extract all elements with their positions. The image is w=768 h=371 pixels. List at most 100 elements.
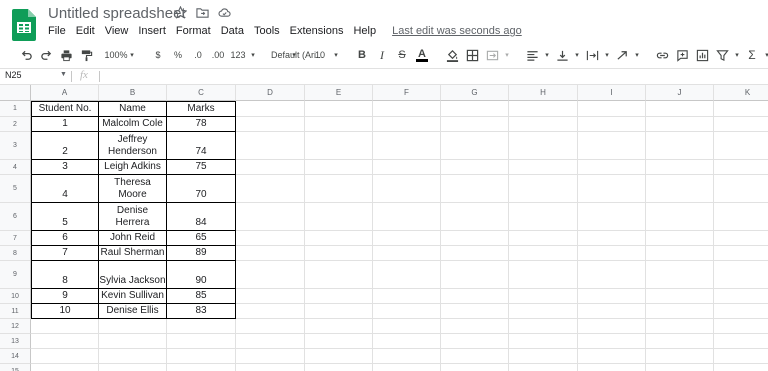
table-cell[interactable]: Denise Ellis xyxy=(99,304,167,319)
cloud-status-icon[interactable] xyxy=(218,6,231,19)
last-edit-link[interactable]: Last edit was seconds ago xyxy=(392,25,522,37)
menu-view[interactable]: View xyxy=(105,25,129,37)
merge-cells-icon[interactable] xyxy=(484,46,500,64)
cell[interactable] xyxy=(305,319,373,334)
cell[interactable] xyxy=(167,334,236,349)
currency-format-button[interactable]: $ xyxy=(150,46,166,64)
cell[interactable] xyxy=(236,132,305,160)
cell[interactable] xyxy=(373,349,441,364)
cell[interactable] xyxy=(305,334,373,349)
table-cell[interactable]: 1 xyxy=(31,117,99,132)
undo-icon[interactable] xyxy=(18,46,34,64)
cell[interactable] xyxy=(236,289,305,304)
table-cell[interactable]: Theresa Moore xyxy=(99,175,167,203)
cell[interactable] xyxy=(305,132,373,160)
cell[interactable] xyxy=(441,289,509,304)
table-cell[interactable]: 4 xyxy=(31,175,99,203)
horizontal-align-icon[interactable] xyxy=(524,46,540,64)
cell[interactable] xyxy=(509,289,578,304)
cell[interactable] xyxy=(714,231,768,246)
font-chevron-down-icon[interactable]: ▾ xyxy=(290,46,298,64)
cell[interactable] xyxy=(509,349,578,364)
header-cell[interactable]: Marks xyxy=(167,101,236,117)
table-cell[interactable]: 83 xyxy=(167,304,236,319)
cell[interactable] xyxy=(646,334,714,349)
menu-tools[interactable]: Tools xyxy=(254,25,280,37)
cell[interactable] xyxy=(714,261,768,289)
table-cell[interactable]: 9 xyxy=(31,289,99,304)
cell[interactable] xyxy=(305,203,373,231)
cell[interactable] xyxy=(578,160,646,175)
cell[interactable] xyxy=(509,203,578,231)
cell[interactable] xyxy=(441,117,509,132)
cell[interactable] xyxy=(578,132,646,160)
cell[interactable] xyxy=(714,160,768,175)
table-cell[interactable]: 8 xyxy=(31,261,99,289)
cell[interactable] xyxy=(441,261,509,289)
table-cell[interactable]: 85 xyxy=(167,289,236,304)
table-cell[interactable]: 84 xyxy=(167,203,236,231)
cell[interactable] xyxy=(578,203,646,231)
cell[interactable] xyxy=(305,246,373,261)
cell[interactable] xyxy=(99,334,167,349)
cell[interactable] xyxy=(578,334,646,349)
table-cell[interactable]: 75 xyxy=(167,160,236,175)
row-header[interactable]: 7 xyxy=(0,231,31,246)
text-rotation-icon[interactable] xyxy=(614,46,630,64)
cell[interactable] xyxy=(441,304,509,319)
cell[interactable] xyxy=(373,231,441,246)
borders-icon[interactable] xyxy=(464,46,480,64)
cell[interactable] xyxy=(373,319,441,334)
wrap-chevron-down-icon[interactable]: ▾ xyxy=(604,46,610,64)
menu-extensions[interactable]: Extensions xyxy=(290,25,344,37)
cell[interactable] xyxy=(236,334,305,349)
column-header-i[interactable]: I xyxy=(578,85,646,101)
font-size-chevron-down-icon[interactable]: ▾ xyxy=(332,46,340,64)
cell[interactable] xyxy=(578,349,646,364)
table-cell[interactable]: 90 xyxy=(167,261,236,289)
cell[interactable] xyxy=(236,117,305,132)
cell[interactable] xyxy=(714,203,768,231)
cell[interactable] xyxy=(441,132,509,160)
cell[interactable] xyxy=(441,101,509,117)
cell[interactable] xyxy=(509,334,578,349)
cell[interactable] xyxy=(305,231,373,246)
text-color-button[interactable]: A xyxy=(414,46,430,64)
row-header[interactable]: 1 xyxy=(0,101,31,117)
cell[interactable] xyxy=(646,289,714,304)
column-header-k[interactable]: K xyxy=(714,85,768,101)
cell[interactable] xyxy=(167,364,236,371)
cell[interactable] xyxy=(305,304,373,319)
row-header[interactable]: 6 xyxy=(0,203,31,231)
row-header[interactable]: 8 xyxy=(0,246,31,261)
strikethrough-button[interactable]: S xyxy=(394,46,410,64)
column-header-e[interactable]: E xyxy=(305,85,373,101)
cell[interactable] xyxy=(646,101,714,117)
cell[interactable] xyxy=(373,101,441,117)
cell[interactable] xyxy=(509,319,578,334)
cell[interactable] xyxy=(441,175,509,203)
cell[interactable] xyxy=(236,246,305,261)
cell[interactable] xyxy=(305,349,373,364)
column-header-f[interactable]: F xyxy=(373,85,441,101)
cell[interactable] xyxy=(441,349,509,364)
cell[interactable] xyxy=(714,364,768,371)
cell[interactable] xyxy=(509,117,578,132)
cell[interactable] xyxy=(373,289,441,304)
cell[interactable] xyxy=(646,319,714,334)
cell[interactable] xyxy=(167,349,236,364)
cell[interactable] xyxy=(578,289,646,304)
cell[interactable] xyxy=(373,117,441,132)
table-cell[interactable]: 3 xyxy=(31,160,99,175)
cell[interactable] xyxy=(441,160,509,175)
more-formats-chevron-down-icon[interactable]: ▾ xyxy=(250,46,256,64)
table-cell[interactable]: 2 xyxy=(31,132,99,160)
name-box-chevron-down-icon[interactable]: ▼ xyxy=(60,71,67,78)
cell[interactable] xyxy=(646,117,714,132)
cell[interactable] xyxy=(441,231,509,246)
column-header-j[interactable]: J xyxy=(646,85,714,101)
table-cell[interactable]: Raul Sherman xyxy=(99,246,167,261)
menu-format[interactable]: Format xyxy=(176,25,211,37)
cell[interactable] xyxy=(646,132,714,160)
cell[interactable] xyxy=(714,349,768,364)
